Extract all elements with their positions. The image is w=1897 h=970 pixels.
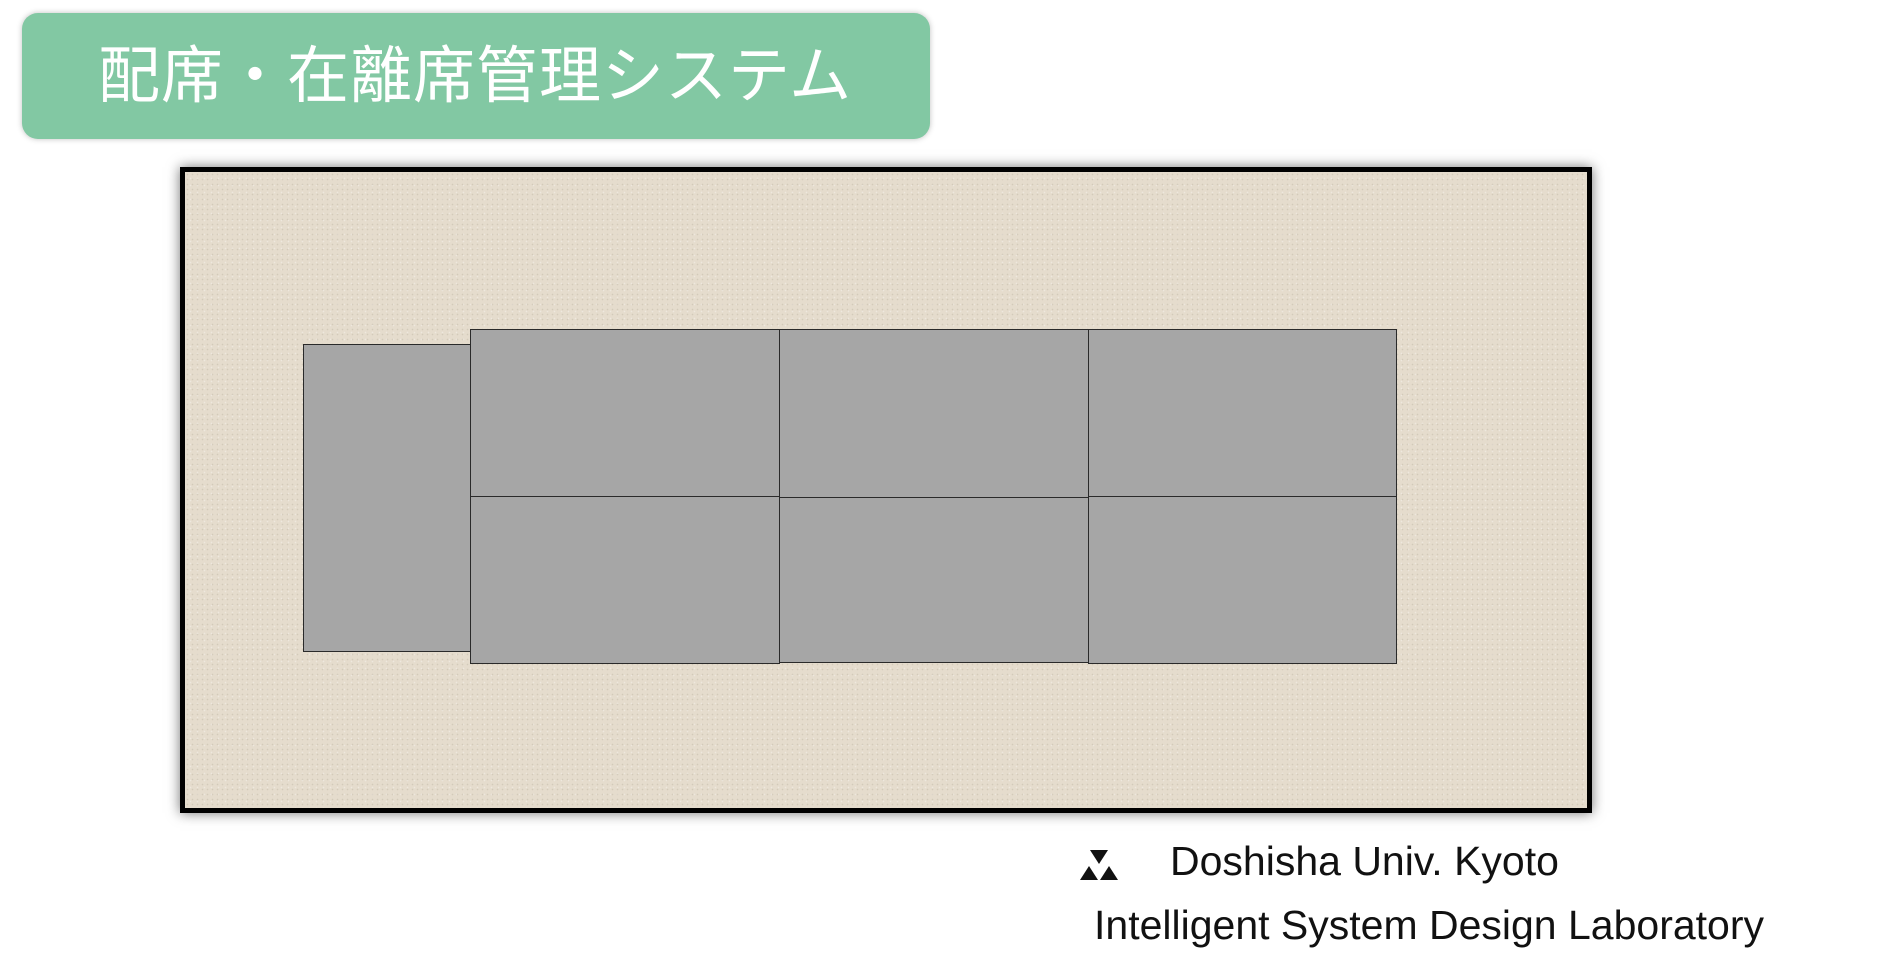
desk-bottom-3[interactable]	[1088, 496, 1397, 664]
page: 配席・在離席管理システム Doshisha Univ. Kyoto Intell…	[0, 0, 1897, 970]
doshisha-trefoil-icon	[1080, 850, 1118, 880]
floor-plan	[180, 167, 1592, 813]
desk-top-1[interactable]	[470, 329, 780, 497]
desk-head[interactable]	[303, 344, 471, 652]
desk-bottom-1[interactable]	[470, 496, 780, 664]
page-title: 配席・在離席管理システム	[98, 39, 853, 112]
title-banner: 配席・在離席管理システム	[22, 13, 930, 139]
footer-university: Doshisha Univ. Kyoto	[1170, 838, 1559, 884]
desk-bottom-2[interactable]	[779, 497, 1089, 663]
footer-lab: Intelligent System Design Laboratory	[1094, 902, 1765, 948]
desk-top-2[interactable]	[779, 329, 1089, 498]
desk-top-3[interactable]	[1088, 329, 1397, 497]
